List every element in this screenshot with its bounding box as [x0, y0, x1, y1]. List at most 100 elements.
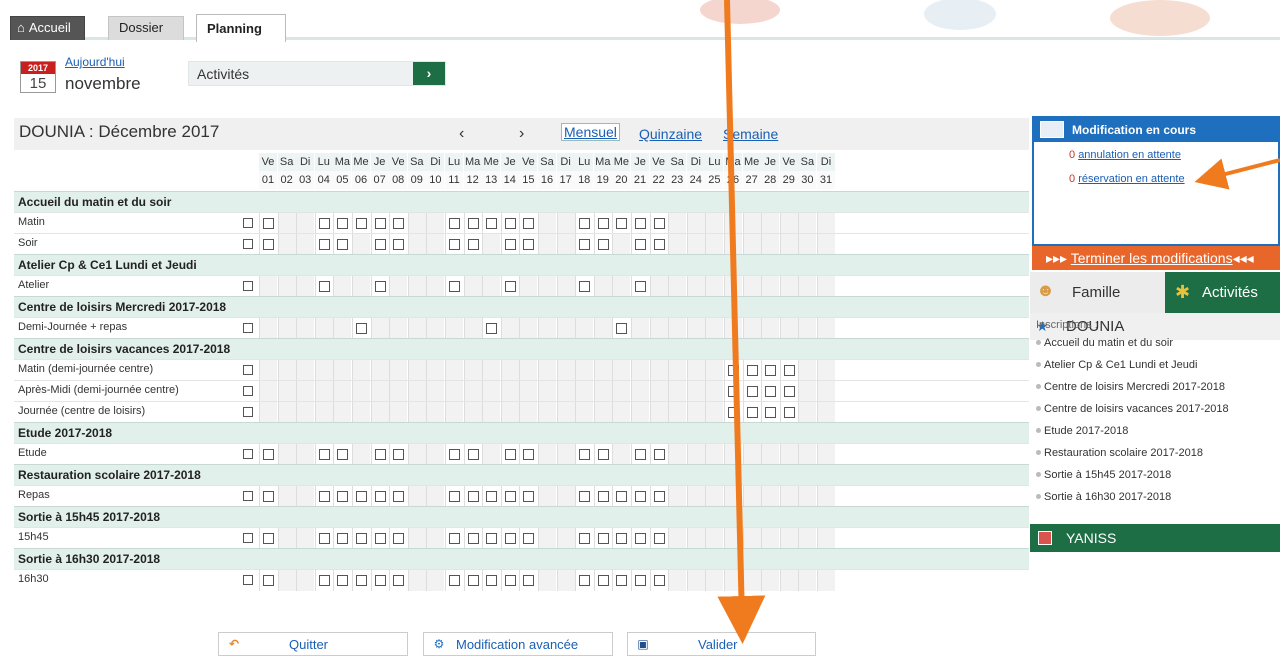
next-month-button[interactable]: ›: [519, 125, 524, 143]
day-cell[interactable]: [445, 234, 463, 255]
row-select-all-checkbox[interactable]: [243, 365, 253, 375]
day-cell[interactable]: [352, 318, 370, 339]
day-checkbox[interactable]: [746, 386, 758, 397]
day-checkbox[interactable]: [263, 575, 274, 586]
day-cell[interactable]: [593, 528, 612, 549]
day-cell[interactable]: [631, 444, 649, 465]
row-select-all-checkbox[interactable]: [243, 575, 253, 585]
day-checkbox[interactable]: [523, 239, 535, 250]
day-cell[interactable]: [575, 213, 594, 234]
tab-planning[interactable]: Planning: [196, 14, 286, 42]
day-cell[interactable]: [779, 360, 798, 381]
day-cell[interactable]: [314, 444, 333, 465]
day-cell[interactable]: [742, 381, 761, 402]
day-checkbox[interactable]: [467, 449, 479, 460]
day-checkbox[interactable]: [374, 281, 386, 292]
day-cell[interactable]: [500, 570, 519, 591]
child-yaniss[interactable]: YANISS: [1030, 524, 1280, 552]
day-cell[interactable]: [333, 234, 352, 255]
day-cell[interactable]: [519, 528, 538, 549]
day-cell[interactable]: [463, 528, 482, 549]
day-cell[interactable]: [575, 570, 594, 591]
day-cell[interactable]: [649, 444, 668, 465]
day-cell[interactable]: [352, 528, 370, 549]
day-checkbox[interactable]: [337, 218, 349, 229]
day-checkbox[interactable]: [486, 533, 498, 544]
row-select-all-checkbox[interactable]: [243, 281, 253, 291]
day-cell[interactable]: [649, 486, 668, 507]
day-checkbox[interactable]: [263, 491, 274, 502]
day-checkbox[interactable]: [635, 281, 646, 292]
day-cell[interactable]: [519, 213, 538, 234]
day-checkbox[interactable]: [653, 449, 665, 460]
day-cell[interactable]: [612, 213, 631, 234]
day-cell[interactable]: [463, 444, 482, 465]
day-checkbox[interactable]: [263, 218, 274, 229]
day-checkbox[interactable]: [318, 218, 330, 229]
day-cell[interactable]: [389, 528, 408, 549]
inscription-item[interactable]: Accueil du matin et du soir: [1036, 337, 1173, 349]
day-checkbox[interactable]: [746, 407, 758, 418]
day-cell[interactable]: [389, 444, 408, 465]
day-checkbox[interactable]: [337, 491, 349, 502]
row-select-all-checkbox[interactable]: [243, 533, 253, 543]
finish-modifications-button[interactable]: ▸▸▸ Terminer les modifications◂◂◂: [1032, 246, 1280, 270]
day-cell[interactable]: [259, 213, 277, 234]
tab-family[interactable]: ☻ Famille: [1030, 272, 1165, 313]
day-cell[interactable]: [370, 570, 389, 591]
day-cell[interactable]: [352, 570, 370, 591]
day-checkbox[interactable]: [653, 491, 665, 502]
day-checkbox[interactable]: [597, 533, 609, 544]
day-cell[interactable]: [612, 528, 631, 549]
day-cell[interactable]: [500, 486, 519, 507]
day-cell[interactable]: [370, 213, 389, 234]
day-checkbox[interactable]: [783, 407, 795, 418]
day-checkbox[interactable]: [579, 449, 591, 460]
day-cell[interactable]: [259, 486, 277, 507]
row-select-all-checkbox[interactable]: [243, 218, 253, 228]
day-checkbox[interactable]: [635, 449, 646, 460]
day-checkbox[interactable]: [504, 575, 516, 586]
day-checkbox[interactable]: [337, 239, 349, 250]
day-checkbox[interactable]: [765, 386, 777, 397]
day-cell[interactable]: [314, 486, 333, 507]
day-checkbox[interactable]: [765, 365, 777, 376]
day-cell[interactable]: [352, 486, 370, 507]
day-cell[interactable]: [612, 318, 631, 339]
day-checkbox[interactable]: [504, 239, 516, 250]
day-checkbox[interactable]: [393, 449, 405, 460]
day-cell[interactable]: [482, 570, 501, 591]
day-cell[interactable]: [519, 486, 538, 507]
day-checkbox[interactable]: [783, 365, 795, 376]
day-checkbox[interactable]: [393, 491, 405, 502]
day-checkbox[interactable]: [374, 239, 386, 250]
day-checkbox[interactable]: [783, 386, 795, 397]
view-week-button[interactable]: Semaine: [723, 126, 778, 142]
day-checkbox[interactable]: [579, 239, 591, 250]
day-checkbox[interactable]: [486, 218, 498, 229]
day-cell[interactable]: [445, 528, 463, 549]
day-checkbox[interactable]: [504, 218, 516, 229]
day-cell[interactable]: [742, 360, 761, 381]
tab-dossier[interactable]: Dossier: [108, 16, 184, 40]
inscription-item[interactable]: Centre de loisirs vacances 2017-2018: [1036, 403, 1229, 415]
day-cell[interactable]: [761, 402, 780, 423]
day-checkbox[interactable]: [635, 218, 646, 229]
day-checkbox[interactable]: [393, 218, 405, 229]
day-cell[interactable]: [389, 486, 408, 507]
day-checkbox[interactable]: [449, 575, 460, 586]
day-cell[interactable]: [724, 360, 742, 381]
day-cell[interactable]: [593, 234, 612, 255]
day-checkbox[interactable]: [374, 533, 386, 544]
day-checkbox[interactable]: [449, 218, 460, 229]
day-cell[interactable]: [761, 360, 780, 381]
day-checkbox[interactable]: [263, 239, 274, 250]
day-cell[interactable]: [631, 528, 649, 549]
day-cell[interactable]: [631, 276, 649, 297]
day-cell[interactable]: [333, 570, 352, 591]
day-cell[interactable]: [724, 381, 742, 402]
day-cell[interactable]: [314, 570, 333, 591]
day-cell[interactable]: [445, 444, 463, 465]
day-checkbox[interactable]: [728, 365, 739, 376]
inscription-item[interactable]: Sortie à 15h45 2017-2018: [1036, 469, 1171, 481]
